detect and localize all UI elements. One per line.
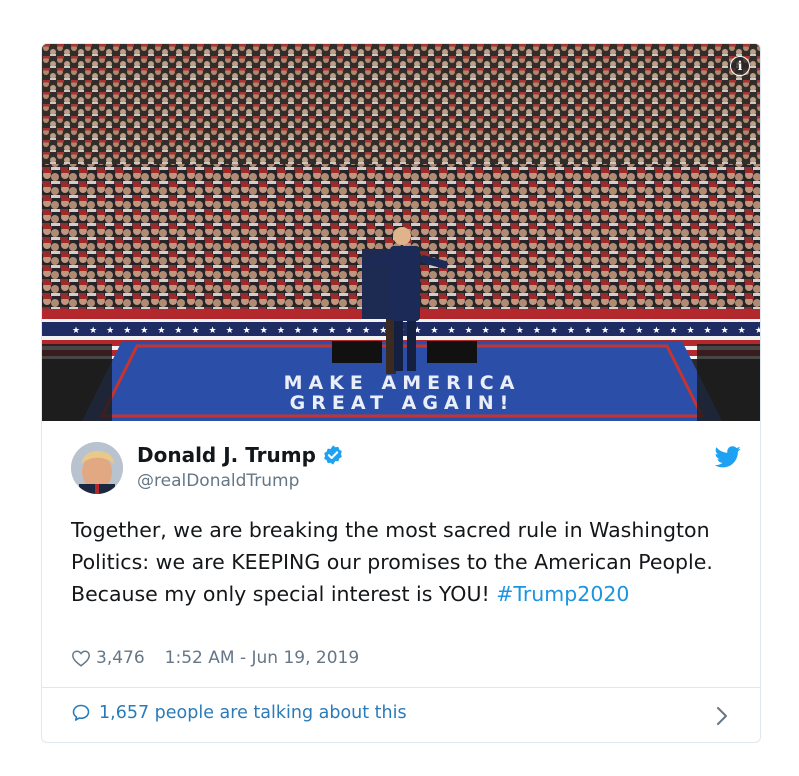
banner-line-1: MAKE AMERICA xyxy=(284,372,521,394)
name-row[interactable]: Donald J. Trump xyxy=(137,443,344,467)
tweet-photo[interactable]: ★★★★★★★★★★★★★★★★★★★★★★★★★★★★★★★★★★★★★★★★… xyxy=(42,44,761,421)
user-handle[interactable]: @realDonaldTrump xyxy=(137,471,299,491)
like-count[interactable]: 3,476 xyxy=(96,648,145,668)
avatar[interactable] xyxy=(71,442,123,494)
hashtag-link[interactable]: #Trump2020 xyxy=(496,582,629,606)
tweet-header: Donald J. Trump @realDonaldTrump xyxy=(71,442,741,498)
tweet-text: Together, we are breaking the most sacre… xyxy=(71,514,731,610)
display-name[interactable]: Donald J. Trump xyxy=(137,443,316,467)
comment-bubble-icon xyxy=(72,704,90,721)
svg-text:★★★★★★★★★★★★★★★★★★★★★★★★★★★★★★: ★★★★★★★★★★★★★★★★★★★★★★★★★★★★★★★★★★★★★★★★… xyxy=(72,326,761,336)
chevron-right-icon[interactable] xyxy=(716,706,728,726)
heart-icon[interactable] xyxy=(71,649,91,667)
talking-count-label[interactable]: 1,657 people are talking about this xyxy=(99,703,407,723)
rally-photo: ★★★★★★★★★★★★★★★★★★★★★★★★★★★★★★★★★★★★★★★★… xyxy=(42,44,761,421)
banner-line-2: GREAT AGAIN! xyxy=(290,392,515,414)
tweet-meta: 3,476 1:52 AM - Jun 19, 2019 xyxy=(71,648,359,668)
tweet-footer[interactable]: 1,657 people are talking about this xyxy=(42,687,760,742)
verified-badge-icon xyxy=(324,445,342,465)
twitter-bird-icon[interactable] xyxy=(715,446,741,468)
avatar-image xyxy=(71,442,123,494)
info-icon[interactable]: i xyxy=(730,56,750,76)
conversation-link[interactable]: 1,657 people are talking about this xyxy=(71,703,407,723)
tweet-card[interactable]: ★★★★★★★★★★★★★★★★★★★★★★★★★★★★★★★★★★★★★★★★… xyxy=(41,43,761,743)
timestamp[interactable]: 1:52 AM - Jun 19, 2019 xyxy=(165,648,360,668)
